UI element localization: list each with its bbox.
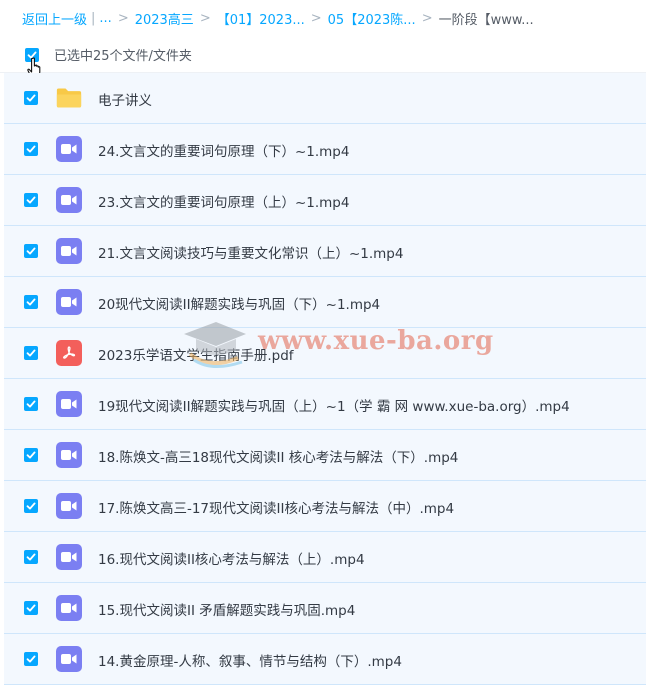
file-name[interactable]: 15.现代文阅读II 矛盾解题实践与巩固.mp4 (98, 599, 355, 619)
row-checkbox[interactable] (24, 601, 38, 615)
row-checkbox[interactable] (24, 652, 38, 666)
row-checkbox[interactable] (24, 499, 38, 513)
video-file-icon (56, 136, 82, 162)
list-item[interactable]: 20现代文阅读II解题实践与巩固（下）~1.mp4 (4, 277, 646, 328)
file-name[interactable]: 24.文言文的重要词句原理（下）~1.mp4 (98, 140, 349, 160)
breadcrumb-separator: > (421, 10, 433, 26)
file-name[interactable]: 19现代文阅读II解题实践与巩固（上）~1（学 霸 网 www.xue-ba.o… (98, 395, 570, 415)
pdf-file-icon (56, 340, 82, 366)
breadcrumb-ellipsis[interactable]: ... (99, 11, 111, 26)
row-checkbox[interactable] (24, 397, 38, 411)
file-name[interactable]: 17.陈焕文高三-17现代文阅读II核心考法与解法（中）.mp4 (98, 497, 454, 517)
row-checkbox[interactable] (24, 193, 38, 207)
row-checkbox[interactable] (24, 142, 38, 156)
video-file-icon (56, 442, 82, 468)
file-name[interactable]: 16.现代文阅读II核心考法与解法（上）.mp4 (98, 548, 365, 568)
breadcrumb-separator: > (310, 10, 322, 26)
file-name[interactable]: 20现代文阅读II解题实践与巩固（下）~1.mp4 (98, 293, 380, 313)
list-item[interactable]: 2023乐学语文学生指南手册.pdf (4, 328, 646, 379)
breadcrumb: 返回上一级 | ... > 2023高三 > 【01】2023... > 05【… (22, 8, 534, 28)
check-icon (26, 145, 36, 153)
video-file-icon (56, 646, 82, 672)
list-item[interactable]: 14.黄金原理-人称、叙事、情节与结构（下）.mp4 (4, 634, 646, 685)
check-icon (26, 451, 36, 459)
file-name[interactable]: 2023乐学语文学生指南手册.pdf (98, 344, 294, 364)
check-icon (26, 247, 36, 255)
list-item[interactable]: 23.文言文的重要词句原理（上）~1.mp4 (4, 175, 646, 226)
selection-bar: 已选中25个文件/文件夹 (0, 36, 646, 79)
row-checkbox[interactable] (24, 448, 38, 462)
video-file-icon (56, 544, 82, 570)
row-checkbox[interactable] (24, 91, 38, 105)
video-file-icon (56, 289, 82, 315)
list-item[interactable]: 18.陈焕文-高三18现代文阅读II 核心考法与解法（下）.mp4 (4, 430, 646, 481)
video-file-icon (56, 493, 82, 519)
video-file-icon (56, 187, 82, 213)
breadcrumb-current: 一阶段【www... (438, 12, 534, 28)
check-icon (26, 604, 36, 612)
check-icon (26, 349, 36, 357)
breadcrumb-separator: > (117, 10, 129, 26)
breadcrumb-item-2023-grade3[interactable]: 2023高三 (135, 9, 194, 28)
video-file-icon (56, 238, 82, 264)
back-link[interactable]: 返回上一级 (22, 9, 87, 28)
list-item[interactable]: 15.现代文阅读II 矛盾解题实践与巩固.mp4 (4, 583, 646, 634)
file-name[interactable]: 21.文言文阅读技巧与重要文化常识（上）~1.mp4 (98, 242, 403, 262)
list-item[interactable]: 19现代文阅读II解题实践与巩固（上）~1（学 霸 网 www.xue-ba.o… (4, 379, 646, 430)
list-item[interactable]: 24.文言文的重要词句原理（下）~1.mp4 (4, 124, 646, 175)
check-icon (26, 655, 36, 663)
row-checkbox[interactable] (24, 550, 38, 564)
check-icon (26, 502, 36, 510)
check-icon (26, 298, 36, 306)
list-item[interactable]: 电子讲义 (4, 73, 646, 124)
breadcrumb-separator: > (199, 10, 211, 26)
folder-icon (56, 85, 82, 111)
file-list: 电子讲义 24.文言文的重要词句原理（下）~1.mp4 23.文言文的重要词句原… (4, 73, 646, 685)
breadcrumb-item-05-2023[interactable]: 05【2023陈... (328, 9, 416, 28)
list-item[interactable]: 21.文言文阅读技巧与重要文化常识（上）~1.mp4 (4, 226, 646, 277)
list-item[interactable]: 16.现代文阅读II核心考法与解法（上）.mp4 (4, 532, 646, 583)
selection-count: 已选中25个文件/文件夹 (54, 49, 192, 64)
breadcrumb-separator: | (91, 10, 96, 26)
file-name[interactable]: 14.黄金原理-人称、叙事、情节与结构（下）.mp4 (98, 650, 402, 670)
file-manager-page: 返回上一级 | ... > 2023高三 > 【01】2023... > 05【… (0, 0, 646, 688)
row-checkbox[interactable] (24, 244, 38, 258)
video-file-icon (56, 391, 82, 417)
breadcrumb-item-01-2023[interactable]: 【01】2023... (217, 9, 305, 28)
file-name[interactable]: 23.文言文的重要词句原理（上）~1.mp4 (98, 191, 349, 211)
check-icon (26, 94, 36, 102)
video-file-icon (56, 595, 82, 621)
file-name[interactable]: 电子讲义 (98, 89, 152, 109)
list-item[interactable]: 17.陈焕文高三-17现代文阅读II核心考法与解法（中）.mp4 (4, 481, 646, 532)
check-icon (26, 553, 36, 561)
check-icon (26, 196, 36, 204)
file-name[interactable]: 18.陈焕文-高三18现代文阅读II 核心考法与解法（下）.mp4 (98, 446, 458, 466)
row-checkbox[interactable] (24, 346, 38, 360)
row-checkbox[interactable] (24, 295, 38, 309)
check-icon (26, 400, 36, 408)
